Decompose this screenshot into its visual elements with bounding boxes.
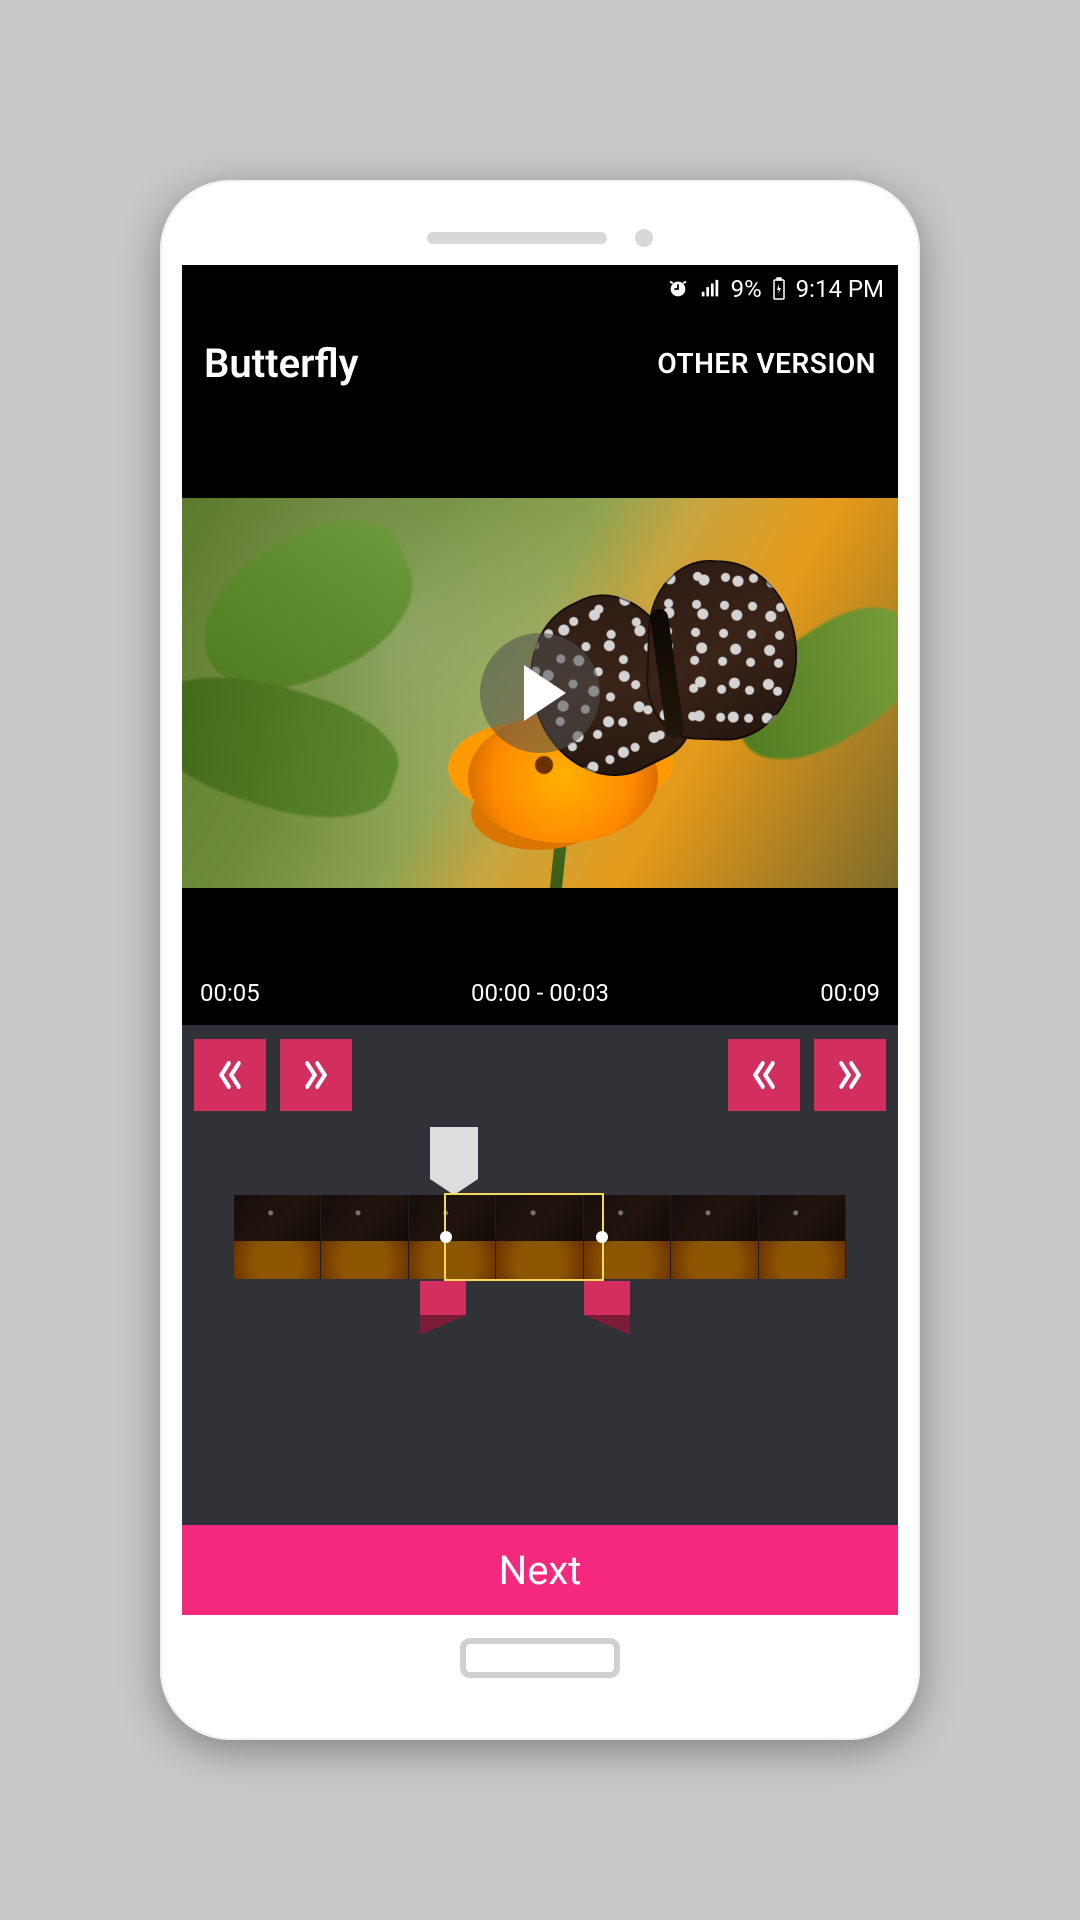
play-button[interactable] — [480, 633, 600, 753]
thumbnail — [409, 1195, 496, 1279]
alarm-icon — [667, 278, 689, 300]
chevron-double-left-icon — [215, 1055, 245, 1095]
thumbnail — [671, 1195, 758, 1279]
play-icon — [524, 665, 566, 721]
chevron-double-right-icon — [835, 1055, 865, 1095]
step-buttons-row — [194, 1039, 886, 1111]
thumbnail — [584, 1195, 671, 1279]
battery-icon — [772, 277, 786, 301]
time-labels: 00:05 00:00 - 00:03 00:09 — [182, 973, 898, 1025]
phone-frame: 9% 9:14 PM Butterfly OTHER VERSION — [160, 180, 920, 1740]
thumbnail — [496, 1195, 583, 1279]
status-bar: 9% 9:14 PM — [182, 265, 898, 313]
step-forward-fast-button[interactable] — [280, 1039, 352, 1111]
video-frame[interactable] — [182, 498, 898, 888]
step-back-button[interactable] — [728, 1039, 800, 1111]
step-back-fast-button[interactable] — [194, 1039, 266, 1111]
right-step-group — [728, 1039, 886, 1111]
phone-speaker — [427, 232, 607, 244]
phone-speaker-area — [182, 210, 898, 265]
page-title: Butterfly — [204, 340, 358, 387]
trim-handle-right[interactable] — [584, 1281, 630, 1351]
other-version-button[interactable]: OTHER VERSION — [657, 347, 876, 380]
clip-range-time: 00:00 - 00:03 — [471, 979, 609, 1007]
playhead-marker[interactable] — [430, 1127, 478, 1179]
chevron-double-right-icon — [301, 1055, 331, 1095]
thumbnail — [759, 1195, 846, 1279]
trim-editor — [182, 1025, 898, 1525]
thumbnail — [234, 1195, 321, 1279]
phone-front-camera — [635, 229, 653, 247]
video-preview-area — [182, 413, 898, 973]
phone-home-area — [182, 1615, 898, 1700]
thumbnail — [321, 1195, 408, 1279]
timeline[interactable] — [194, 1147, 886, 1327]
title-bar: Butterfly OTHER VERSION — [182, 313, 898, 413]
clip-end-time: 00:09 — [820, 979, 880, 1007]
app-screen: 9% 9:14 PM Butterfly OTHER VERSION — [182, 265, 898, 1615]
chevron-double-left-icon — [749, 1055, 779, 1095]
home-button[interactable] — [460, 1638, 620, 1678]
next-button-label: Next — [499, 1547, 582, 1594]
battery-percent: 9% — [731, 275, 762, 303]
left-step-group — [194, 1039, 352, 1111]
clip-start-time: 00:05 — [200, 979, 260, 1007]
status-time: 9:14 PM — [796, 275, 884, 303]
signal-icon — [699, 278, 721, 300]
next-button[interactable]: Next — [182, 1525, 898, 1615]
step-forward-button[interactable] — [814, 1039, 886, 1111]
thumbnail-strip[interactable] — [234, 1195, 846, 1279]
trim-handle-left[interactable] — [420, 1281, 466, 1351]
